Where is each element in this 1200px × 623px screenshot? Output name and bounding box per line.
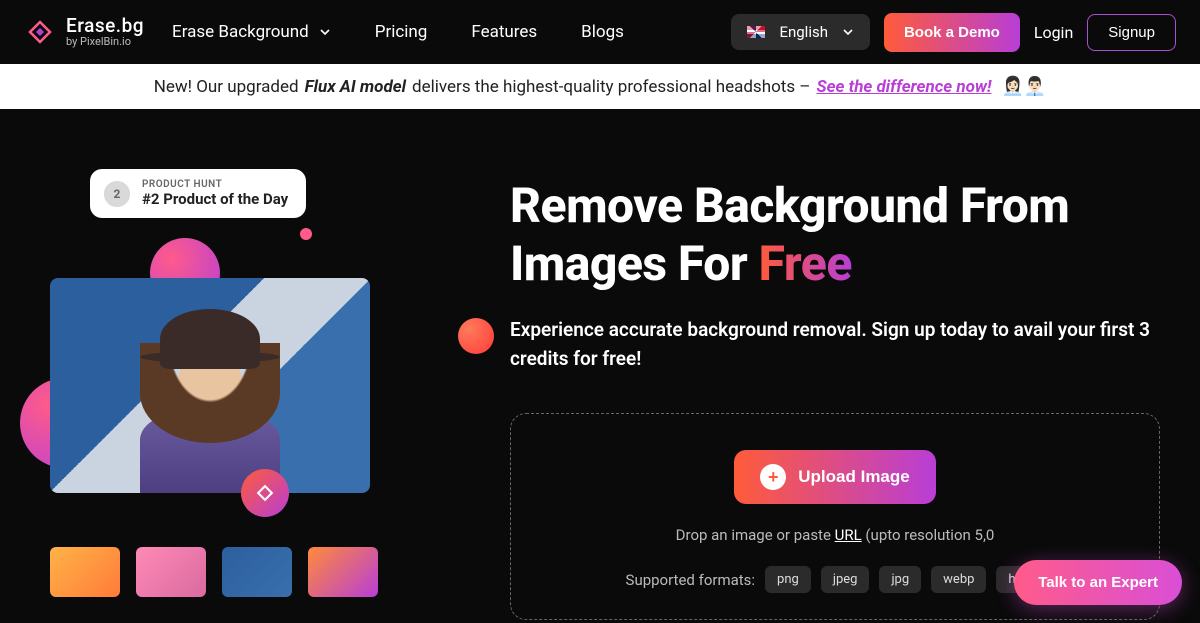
hero-visual: 2 PRODUCT HUNT #2 Product of the Day [40, 169, 480, 620]
erase-bg-badge-icon [241, 469, 289, 517]
banner-middle: delivers the highest-quality professiona… [412, 77, 810, 97]
decorative-circle-icon [458, 318, 494, 354]
ph-label: PRODUCT HUNT [142, 179, 288, 190]
person-illustration [130, 303, 290, 493]
book-demo-button[interactable]: Book a Demo [884, 13, 1020, 52]
nav-erase-background[interactable]: Erase Background [172, 22, 331, 42]
hero-headline: Remove Background From Images For Free [510, 177, 1160, 292]
hero-content: Remove Background From Images For Free E… [510, 169, 1160, 620]
thumbnail[interactable] [136, 547, 206, 597]
banner-cta-link[interactable]: See the difference now! [816, 77, 991, 97]
uk-flag-icon [747, 26, 765, 38]
sample-thumbnails [50, 547, 480, 597]
drop-instruction: Drop an image or paste URL (upto resolut… [531, 526, 1139, 544]
format-chip: jpg [879, 566, 921, 593]
hero-section: 2 PRODUCT HUNT #2 Product of the Day [0, 109, 1200, 620]
hero-subheading: Experience accurate background removal. … [510, 316, 1160, 373]
nav-erase-background-label: Erase Background [172, 22, 309, 42]
upload-image-button[interactable]: + Upload Image [734, 450, 935, 504]
formats-label: Supported formats: [626, 571, 756, 589]
logo-subtitle: by PixelBin.io [66, 36, 144, 48]
main-nav: Erase Background Pricing Features Blogs [172, 22, 624, 42]
format-chip: png [765, 566, 811, 593]
language-selector[interactable]: English [731, 14, 870, 50]
logo-title: Erase.bg [66, 16, 144, 37]
paste-url-link[interactable]: URL [835, 526, 862, 544]
thumbnail[interactable] [308, 547, 378, 597]
product-hunt-badge[interactable]: 2 PRODUCT HUNT #2 Product of the Day [90, 169, 306, 218]
thumbnail[interactable] [222, 547, 292, 597]
erase-bg-logo-icon [24, 16, 56, 48]
headshot-emoji-icon: 👩🏻‍💼👨🏻‍💼 [1001, 76, 1046, 97]
signup-button[interactable]: Signup [1087, 14, 1176, 51]
plus-icon: + [760, 464, 786, 490]
sample-image-preview [50, 278, 370, 493]
banner-prefix: New! Our upgraded [154, 77, 299, 97]
format-chip: webp [931, 566, 986, 593]
logo[interactable]: Erase.bg by PixelBin.io [24, 16, 144, 49]
decorative-dot-icon [300, 228, 312, 240]
banner-model: Flux AI model [305, 77, 406, 97]
login-link[interactable]: Login [1034, 23, 1073, 42]
nav-blogs[interactable]: Blogs [581, 22, 624, 42]
talk-to-expert-button[interactable]: Talk to an Expert [1014, 560, 1182, 605]
ph-title: #2 Product of the Day [142, 190, 288, 208]
medal-icon: 2 [104, 181, 130, 207]
chevron-down-icon [842, 26, 854, 38]
header: Erase.bg by PixelBin.io Erase Background… [0, 0, 1200, 64]
nav-pricing[interactable]: Pricing [375, 22, 428, 42]
chevron-down-icon [319, 26, 331, 38]
announcement-banner: New! Our upgraded Flux AI model delivers… [0, 64, 1200, 109]
format-chip: jpeg [821, 566, 870, 593]
thumbnail[interactable] [50, 547, 120, 597]
upload-button-label: Upload Image [798, 467, 909, 487]
language-label: English [779, 23, 828, 41]
headline-free: Free [759, 235, 852, 292]
nav-features[interactable]: Features [471, 22, 537, 42]
